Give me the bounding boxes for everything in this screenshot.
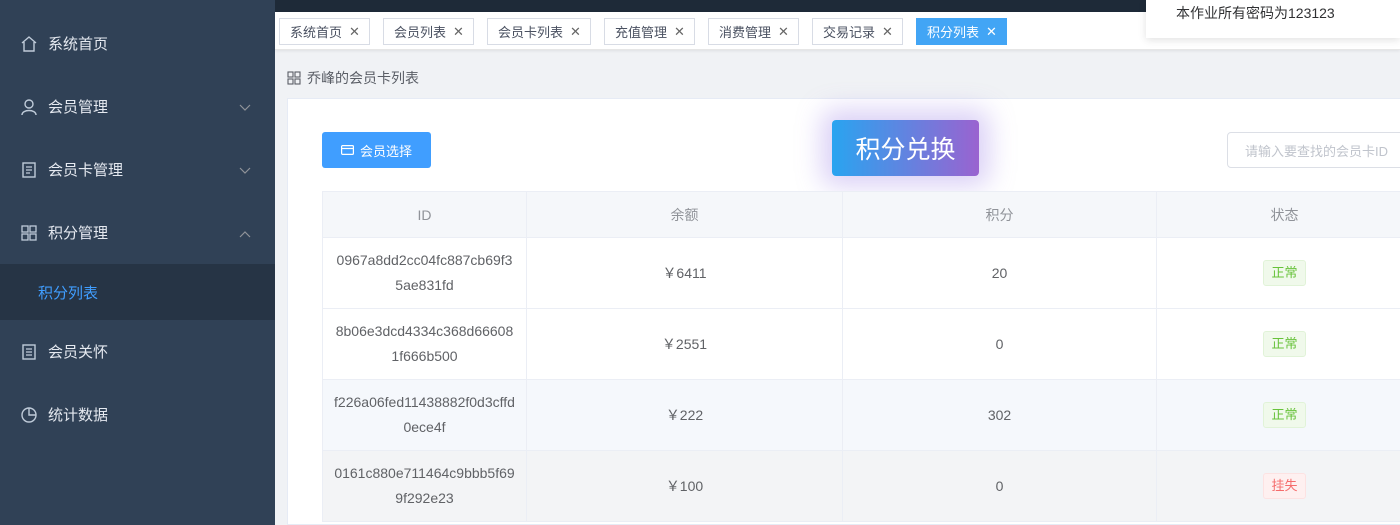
chevron-up-icon [239, 225, 251, 242]
sidebar-item-care[interactable]: 会员关怀 [0, 320, 275, 383]
sidebar-item-label: 积分管理 [48, 225, 109, 242]
sidebar-item-label: 会员关怀 [48, 344, 109, 361]
cell-balance: ￥222 [526, 379, 843, 451]
close-icon[interactable]: ✕ [349, 24, 360, 40]
column-header-id[interactable]: ID [322, 191, 527, 238]
user-icon [20, 98, 38, 116]
sidebar-item-label: 会员管理 [48, 99, 109, 116]
sidebar-item-label: 积分列表 [38, 284, 99, 302]
tab-label: 消费管理 [719, 25, 772, 40]
cell-status: 正常 [1156, 379, 1400, 451]
sidebar-item-cards[interactable]: 会员卡管理 [0, 138, 275, 201]
cell-points: 20 [842, 237, 1157, 309]
cell-balance: ￥2551 [526, 308, 843, 380]
tab-member-list[interactable]: 会员列表 ✕ [383, 18, 474, 45]
breadcrumb: 乔峰的会员卡列表 [287, 68, 419, 88]
redeem-points-label: 积分兑换 [855, 136, 956, 164]
status-badge: 正常 [1263, 331, 1306, 357]
close-icon[interactable]: ✕ [674, 24, 685, 40]
tab-transactions[interactable]: 交易记录 ✕ [812, 18, 903, 45]
cell-status: 正常 [1156, 308, 1400, 380]
cell-points: 0 [842, 450, 1157, 522]
member-select-label: 会员选择 [359, 143, 412, 159]
close-icon[interactable]: ✕ [453, 24, 464, 40]
tab-label: 积分列表 [927, 25, 980, 40]
cell-balance: ￥100 [526, 450, 843, 522]
sidebar-item-label: 统计数据 [48, 407, 109, 424]
cell-status: 挂失 [1156, 450, 1400, 522]
card-icon [340, 145, 354, 155]
close-icon[interactable]: ✕ [570, 24, 581, 40]
cell-id: 0967a8dd2cc04fc887cb69f35ae831fd [322, 237, 527, 309]
tab-label: 会员列表 [394, 25, 447, 40]
grid-icon [287, 71, 301, 85]
sidebar-item-label: 系统首页 [48, 36, 109, 53]
column-header-points[interactable]: 积分 [842, 191, 1157, 238]
notice-popup: 本作业所有密码为123123 [1146, 0, 1400, 38]
search-placeholder: 请输入要查找的会员卡ID [1245, 143, 1389, 159]
tab-label: 会员卡列表 [498, 25, 564, 40]
sidebar-item-stats[interactable]: 统计数据 [0, 383, 275, 446]
table-header-row: ID 余额 积分 状态 [322, 191, 1400, 238]
tab-recharge[interactable]: 充值管理 ✕ [604, 18, 695, 45]
close-icon[interactable]: ✕ [882, 24, 893, 40]
tab-label: 系统首页 [290, 25, 343, 40]
cell-points: 302 [842, 379, 1157, 451]
table-row[interactable]: 8b06e3dcd4334c368d666081f666b500 ￥2551 0… [322, 308, 1400, 380]
redeem-points-button[interactable]: 积分兑换 [832, 120, 979, 176]
tab-card-list[interactable]: 会员卡列表 ✕ [487, 18, 591, 45]
page-title: 乔峰的会员卡列表 [307, 70, 419, 86]
table-row[interactable]: 0161c880e711464c9bbb5f699f292e23 ￥100 0 … [322, 450, 1400, 522]
document-icon [20, 161, 38, 179]
status-badge: 正常 [1263, 260, 1306, 286]
member-select-button[interactable]: 会员选择 [322, 132, 431, 168]
pie-chart-icon [20, 406, 38, 424]
chevron-down-icon [239, 162, 251, 179]
status-badge: 正常 [1263, 402, 1306, 428]
tab-home[interactable]: 系统首页 ✕ [279, 18, 370, 45]
sidebar-menu: 系统首页 会员管理 会员卡管理 积分管理 积分列表 会员关怀 统计数据 [0, 12, 275, 446]
column-header-balance[interactable]: 余额 [526, 191, 843, 238]
cell-id: 8b06e3dcd4334c368d666081f666b500 [322, 308, 527, 380]
grid-icon [20, 224, 38, 242]
points-table: ID 余额 积分 状态 0967a8dd2cc04fc887cb69f35ae8… [322, 191, 1400, 522]
sidebar-item-home[interactable]: 系统首页 [0, 12, 275, 75]
sidebar-item-points-list[interactable]: 积分列表 [0, 264, 275, 320]
notice-text: 本作业所有密码为123123 [1176, 5, 1335, 21]
cell-points: 0 [842, 308, 1157, 380]
cell-id: f226a06fed11438882f0d3cffd0ece4f [322, 379, 527, 451]
cell-id: 0161c880e711464c9bbb5f699f292e23 [322, 450, 527, 522]
cell-status: 正常 [1156, 237, 1400, 309]
tab-label: 交易记录 [823, 25, 876, 40]
list-icon [20, 343, 38, 361]
tab-consumption[interactable]: 消费管理 ✕ [708, 18, 799, 45]
column-header-status[interactable]: 状态 [1156, 191, 1400, 238]
close-icon[interactable]: ✕ [986, 24, 997, 40]
sidebar-item-members[interactable]: 会员管理 [0, 75, 275, 138]
sidebar-item-points[interactable]: 积分管理 [0, 201, 275, 264]
tab-points-list[interactable]: 积分列表 ✕ [916, 18, 1007, 45]
cell-balance: ￥6411 [526, 237, 843, 309]
sidebar-item-label: 会员卡管理 [48, 162, 124, 179]
status-badge: 挂失 [1263, 473, 1306, 499]
table-row[interactable]: 0967a8dd2cc04fc887cb69f35ae831fd ￥6411 2… [322, 237, 1400, 309]
search-input[interactable]: 请输入要查找的会员卡ID [1227, 132, 1400, 168]
close-icon[interactable]: ✕ [778, 24, 789, 40]
home-icon [20, 35, 38, 53]
sidebar: 系统首页 会员管理 会员卡管理 积分管理 积分列表 会员关怀 统计数据 [0, 0, 275, 525]
tab-label: 充值管理 [615, 25, 668, 40]
table-row[interactable]: f226a06fed11438882f0d3cffd0ece4f ￥222 30… [322, 379, 1400, 451]
chevron-down-icon [239, 99, 251, 116]
